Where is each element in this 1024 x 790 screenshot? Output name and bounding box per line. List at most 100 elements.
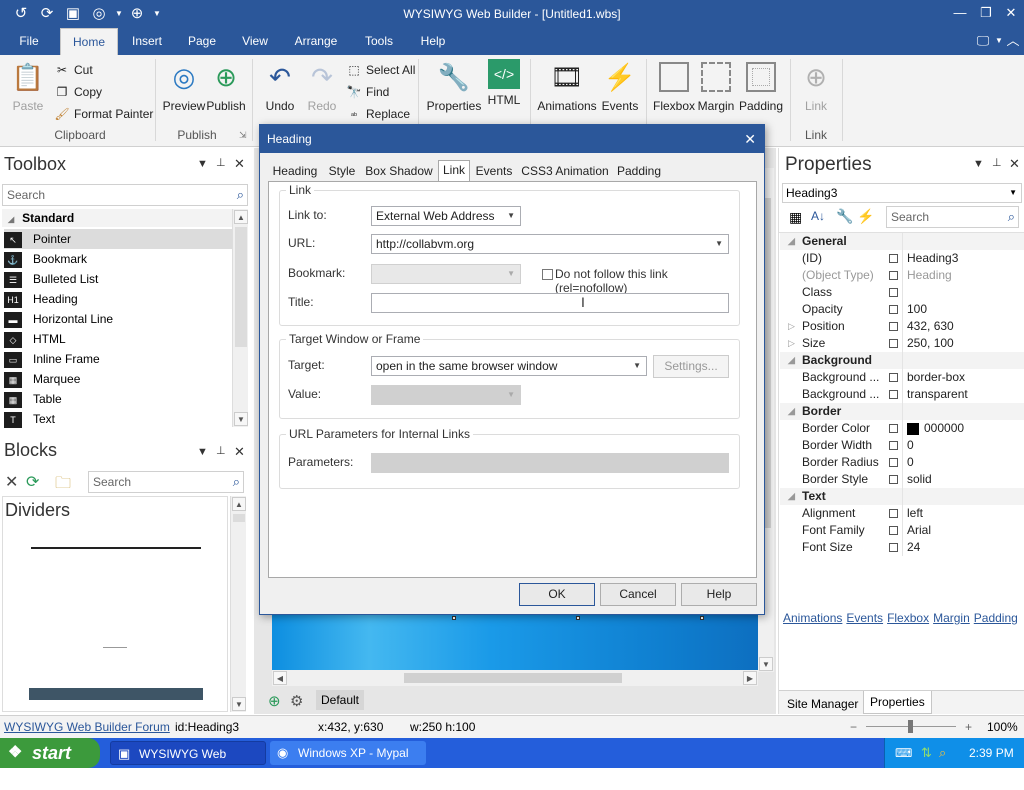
preview-button[interactable]: ◎ Preview <box>162 59 206 113</box>
toolbox-item-bookmark[interactable]: ⚓ Bookmark <box>4 249 232 269</box>
resize-handle[interactable] <box>700 616 704 620</box>
divider-preview-line[interactable] <box>31 547 201 549</box>
expand-arrow-icon[interactable]: ▷ <box>788 318 795 335</box>
undo-button[interactable]: ↶ Undo <box>260 59 300 113</box>
link-padding[interactable]: Padding <box>974 611 1018 625</box>
tab-heading[interactable]: Heading <box>270 162 320 181</box>
taskbar-item-web-builder[interactable]: ▣ WYSIWYG Web Build... <box>110 741 266 785</box>
dialog-launcher-icon[interactable]: ⇲ <box>239 130 247 141</box>
tab-box-shadow[interactable]: Box Shadow <box>364 162 434 181</box>
property-value[interactable]: border-box <box>907 369 965 386</box>
property-value[interactable]: 0 <box>907 437 914 454</box>
toolbox-item-heading[interactable]: H1 Heading <box>4 289 232 309</box>
help-button[interactable]: Help <box>681 583 757 606</box>
tab-events[interactable]: Events <box>474 162 514 181</box>
property-value[interactable]: solid <box>907 471 932 488</box>
html-button[interactable]: </> HTML <box>484 59 524 107</box>
tab-link[interactable]: Link <box>438 160 470 182</box>
resize-handle[interactable] <box>576 616 580 620</box>
events-button[interactable]: ⚡ Events <box>600 59 640 113</box>
close-panel-icon[interactable]: ✕ <box>234 444 245 460</box>
toolbox-scrollbar[interactable]: ▲ ▼ <box>232 209 248 427</box>
collapse-arrow-icon[interactable]: ◢ <box>788 233 795 250</box>
link-flexbox[interactable]: Flexbox <box>887 611 929 625</box>
collapse-ribbon-icon[interactable]: ︿ <box>1000 31 1024 51</box>
forum-link[interactable]: WYSIWYG Web Builder Forum <box>4 716 170 738</box>
select-all-button[interactable]: ⬚ Select All <box>346 60 415 80</box>
collapse-arrow-icon[interactable]: ◢ <box>788 403 795 420</box>
zoom-slider-thumb[interactable] <box>908 720 913 733</box>
refresh-blocks-icon[interactable]: ⟳ <box>26 472 39 492</box>
tab-arrange[interactable]: Arrange <box>288 28 344 55</box>
toolbox-item-text[interactable]: T Text <box>4 409 232 429</box>
minimize-button[interactable]: — <box>947 3 973 23</box>
property-value[interactable]: 432, 630 <box>907 318 954 335</box>
property-value[interactable]: Heading <box>907 267 952 284</box>
collapse-arrow-icon[interactable]: ◢ <box>788 352 795 369</box>
link-button[interactable]: ⊕ Link <box>796 59 836 113</box>
toolbox-item-bulleted-list[interactable]: ☰ Bulleted List <box>4 269 232 289</box>
add-page-icon[interactable]: ⊕ <box>268 692 281 710</box>
blocks-scrollbar[interactable]: ▲ ▼ <box>230 496 246 712</box>
tab-properties[interactable]: Properties <box>863 691 932 714</box>
cut-button[interactable]: ✂ Cut <box>54 60 93 80</box>
start-button[interactable]: ❖ start <box>0 738 100 768</box>
tab-insert[interactable]: Insert <box>124 28 170 55</box>
blocks-search-input[interactable]: Search ⌕ <box>88 471 244 493</box>
taskbar-item-mypal[interactable]: ◉ Windows XP - Mypal <box>270 741 426 765</box>
property-value[interactable]: left <box>907 505 923 522</box>
tab-file[interactable]: File <box>8 28 50 55</box>
tab-page[interactable]: Page <box>180 28 224 55</box>
zoom-in-icon[interactable]: + <box>965 716 972 738</box>
link-animations[interactable]: Animations <box>783 611 842 625</box>
animations-button[interactable]: 🎞 Animations <box>536 59 598 113</box>
close-window-button[interactable]: ✕ <box>998 3 1024 23</box>
property-value[interactable]: Heading3 <box>907 250 958 267</box>
scroll-down-icon[interactable]: ▼ <box>234 412 248 426</box>
property-value[interactable]: transparent <box>907 386 968 403</box>
padding-button[interactable]: Padding <box>738 59 784 113</box>
property-column-divider[interactable] <box>902 233 903 556</box>
expand-arrow-icon[interactable]: ▷ <box>788 335 795 352</box>
property-value[interactable]: Arial <box>907 522 931 539</box>
restore-button[interactable]: ❐ <box>973 3 999 23</box>
tab-help[interactable]: Help <box>412 28 454 55</box>
find-button[interactable]: 🔭 Find <box>346 82 390 102</box>
settings-button[interactable]: Settings... <box>653 355 729 378</box>
page-settings-icon[interactable]: ⚙ <box>290 692 303 710</box>
scroll-left-icon[interactable]: ◀ <box>273 671 287 685</box>
scroll-right-icon[interactable]: ▶ <box>743 671 757 685</box>
properties-search-input[interactable]: Search ⌕ <box>886 206 1019 228</box>
pin-icon[interactable]: ⊥ <box>216 444 226 457</box>
property-value[interactable]: 250, 100 <box>907 335 954 352</box>
close-panel-icon[interactable]: ✕ <box>1009 156 1020 172</box>
link-margin[interactable]: Margin <box>933 611 970 625</box>
panel-menu-icon[interactable]: ▼ <box>973 158 984 170</box>
scroll-thumb[interactable] <box>404 673 622 683</box>
search-icon[interactable]: ⌕ <box>233 472 240 492</box>
scroll-down-icon[interactable]: ▼ <box>232 697 246 711</box>
toolbox-item-marquee[interactable]: ▦ Marquee <box>4 369 232 389</box>
target-select[interactable]: open in the same browser window ▼ <box>371 356 647 376</box>
resize-handle[interactable] <box>452 616 456 620</box>
zoom-out-icon[interactable]: − <box>850 716 857 738</box>
toolbox-item-inline-frame[interactable]: ▭ Inline Frame <box>4 349 232 369</box>
toolbox-item-html[interactable]: ◇ HTML <box>4 329 232 349</box>
object-selector[interactable]: Heading3 ▼ <box>782 183 1022 203</box>
margin-button[interactable]: Margin <box>696 59 736 113</box>
close-dialog-icon[interactable]: ✕ <box>744 125 756 153</box>
tab-style[interactable]: Style <box>324 162 360 181</box>
scroll-thumb[interactable] <box>235 227 247 347</box>
heading-element[interactable] <box>272 614 758 672</box>
toolbox-search-input[interactable]: Search ⌕ <box>2 184 248 206</box>
search-icon[interactable]: ⌕ <box>237 185 244 205</box>
property-value[interactable]: 24 <box>907 539 920 556</box>
url-combobox[interactable]: http://collabvm.org ▼ <box>371 234 729 254</box>
divider-preview-dots[interactable] <box>103 647 127 648</box>
copy-button[interactable]: ❐ Copy <box>54 82 102 102</box>
wrench-icon[interactable]: 🔧 <box>836 208 853 225</box>
tab-view[interactable]: View <box>234 28 276 55</box>
toolbox-item-table[interactable]: ▦ Table <box>4 389 232 409</box>
page-tab-default[interactable]: Default <box>316 690 364 710</box>
canvas-horizontal-scrollbar[interactable]: ◀ ▶ <box>272 670 758 686</box>
